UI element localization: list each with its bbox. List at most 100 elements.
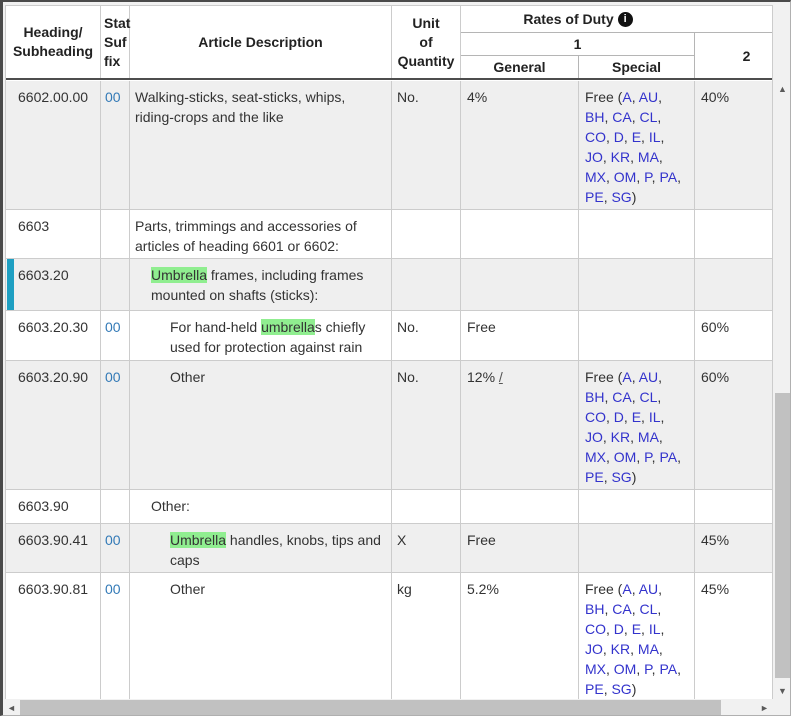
spi-code-link[interactable]: CO bbox=[585, 129, 606, 145]
spi-code-link[interactable]: P bbox=[644, 169, 652, 185]
general-rate-cell bbox=[461, 210, 579, 258]
hts-table-widget: Heading/ Subheading Stat Suf fix Article… bbox=[0, 0, 791, 716]
stat-suffix-cell: 00 bbox=[101, 81, 130, 209]
heading-cell: 6603.90.41 bbox=[6, 524, 101, 572]
spi-code-link[interactable]: MA bbox=[638, 149, 659, 165]
stat-suffix-link[interactable]: 00 bbox=[105, 89, 121, 105]
description-text: Other bbox=[170, 581, 205, 597]
spi-code-link[interactable]: OM bbox=[614, 449, 637, 465]
general-rate-cell: 5.2% bbox=[461, 573, 579, 699]
spi-code-link[interactable]: D bbox=[614, 129, 624, 145]
rate-2-cell: 40% bbox=[695, 81, 772, 209]
spi-code-link[interactable]: JO bbox=[585, 641, 603, 657]
vertical-scrollbar-thumb[interactable] bbox=[775, 393, 790, 678]
spi-code-link[interactable]: SG bbox=[611, 469, 631, 485]
stat-suffix-cell bbox=[101, 490, 130, 523]
spi-code-link[interactable]: BH bbox=[585, 389, 604, 405]
spi-code-link[interactable]: PA bbox=[659, 169, 677, 185]
article-description-cell: Umbrella handles, knobs, tips and caps bbox=[130, 524, 392, 572]
horizontal-scrollbar[interactable]: ◄ ► bbox=[3, 699, 773, 716]
spi-code-link[interactable]: MA bbox=[638, 641, 659, 657]
spi-code-link[interactable]: AU bbox=[639, 369, 658, 385]
spi-code-link[interactable]: P bbox=[644, 661, 652, 677]
spi-code-link[interactable]: CA bbox=[612, 389, 631, 405]
footnote-link[interactable]: / bbox=[499, 369, 503, 385]
spi-code-link[interactable]: AU bbox=[639, 89, 658, 105]
scroll-down-icon[interactable]: ▼ bbox=[774, 682, 791, 699]
spi-code-link[interactable]: OM bbox=[614, 661, 637, 677]
spi-code-link[interactable]: CO bbox=[585, 621, 606, 637]
stat-suffix-link[interactable]: 00 bbox=[105, 581, 121, 597]
spi-code-link[interactable]: IL bbox=[649, 409, 661, 425]
spi-code-link[interactable]: A bbox=[622, 581, 631, 597]
scroll-up-icon[interactable]: ▲ bbox=[774, 80, 791, 97]
spi-code-link[interactable]: P bbox=[644, 449, 652, 465]
spi-code-link[interactable]: JO bbox=[585, 429, 603, 445]
general-rate-text: 4% bbox=[467, 89, 487, 105]
rates-of-duty-label: Rates of Duty bbox=[523, 11, 613, 27]
column-header-unit-of-quantity: Unit of Quantity bbox=[392, 6, 461, 78]
spi-code-link[interactable]: PA bbox=[659, 449, 677, 465]
spi-code-link[interactable]: A bbox=[622, 89, 631, 105]
spi-code-link[interactable]: D bbox=[614, 621, 624, 637]
spi-code-link[interactable]: JO bbox=[585, 149, 603, 165]
heading-cell: 6603.90 bbox=[6, 490, 101, 523]
special-rate-cell bbox=[579, 311, 695, 360]
spi-code-link[interactable]: IL bbox=[649, 129, 661, 145]
stat-suffix-link[interactable]: 00 bbox=[105, 369, 121, 385]
scroll-right-icon[interactable]: ► bbox=[756, 699, 773, 716]
spi-code-link[interactable]: PE bbox=[585, 469, 604, 485]
stat-suffix-cell: 00 bbox=[101, 573, 130, 699]
article-description-cell: Other bbox=[130, 573, 392, 699]
general-rate-text: 5.2% bbox=[467, 581, 499, 597]
general-rate-cell: 4% bbox=[461, 81, 579, 209]
spi-code-link[interactable]: MX bbox=[585, 169, 606, 185]
spi-code-link[interactable]: E bbox=[632, 409, 641, 425]
spi-code-link[interactable]: MA bbox=[638, 429, 659, 445]
spi-code-link[interactable]: PE bbox=[585, 681, 604, 697]
spi-code-link[interactable]: CA bbox=[612, 601, 631, 617]
spi-code-link[interactable]: CL bbox=[639, 109, 657, 125]
rate-2-cell: 45% bbox=[695, 573, 772, 699]
spi-code-link[interactable]: IL bbox=[649, 621, 661, 637]
description-text: Other bbox=[170, 369, 205, 385]
table-row: 6603.20.3000For hand-held umbrellas chie… bbox=[6, 311, 772, 361]
spi-code-link[interactable]: E bbox=[632, 621, 641, 637]
spi-code-link[interactable]: AU bbox=[639, 581, 658, 597]
rates-column-2-header: 2 bbox=[695, 33, 772, 78]
stat-suffix-link[interactable]: 00 bbox=[105, 319, 121, 335]
info-icon[interactable]: i bbox=[618, 12, 633, 27]
unit-of-quantity-cell: kg bbox=[392, 573, 461, 699]
spi-code-link[interactable]: E bbox=[632, 129, 641, 145]
spi-code-link[interactable]: KR bbox=[611, 429, 630, 445]
spi-code-link[interactable]: CL bbox=[639, 601, 657, 617]
spi-code-link[interactable]: KR bbox=[611, 641, 630, 657]
spi-code-link[interactable]: OM bbox=[614, 169, 637, 185]
spi-code-link[interactable]: CO bbox=[585, 409, 606, 425]
general-rate-text: 12% bbox=[467, 369, 499, 385]
rate-2-cell: 45% bbox=[695, 524, 772, 572]
table-row: 6602.00.0000Walking-sticks, seat-sticks,… bbox=[6, 81, 772, 210]
general-rate-cell: 12% / bbox=[461, 361, 579, 489]
spi-code-link[interactable]: MX bbox=[585, 661, 606, 677]
vertical-scrollbar[interactable]: ▲ ▼ bbox=[774, 80, 791, 699]
spi-code-link[interactable]: MX bbox=[585, 449, 606, 465]
spi-code-link[interactable]: CA bbox=[612, 109, 631, 125]
spi-code-link[interactable]: PE bbox=[585, 189, 604, 205]
general-rate-text: Free bbox=[467, 532, 496, 548]
spi-code-link[interactable]: SG bbox=[611, 681, 631, 697]
spi-code-link[interactable]: BH bbox=[585, 601, 604, 617]
spi-code-link[interactable]: D bbox=[614, 409, 624, 425]
horizontal-scrollbar-thumb[interactable] bbox=[20, 700, 721, 715]
spi-code-link[interactable]: A bbox=[622, 369, 631, 385]
spi-code-link[interactable]: BH bbox=[585, 109, 604, 125]
scroll-left-icon[interactable]: ◄ bbox=[3, 699, 20, 716]
unit-of-quantity-cell: X bbox=[392, 524, 461, 572]
table-row: 6603.20.9000OtherNo.12% /Free (A, AU, BH… bbox=[6, 361, 772, 490]
spi-code-link[interactable]: SG bbox=[611, 189, 631, 205]
spi-code-link[interactable]: KR bbox=[611, 149, 630, 165]
spi-code-link[interactable]: CL bbox=[639, 389, 657, 405]
stat-suffix-link[interactable]: 00 bbox=[105, 532, 121, 548]
general-rate-cell: Free bbox=[461, 524, 579, 572]
spi-code-link[interactable]: PA bbox=[659, 661, 677, 677]
